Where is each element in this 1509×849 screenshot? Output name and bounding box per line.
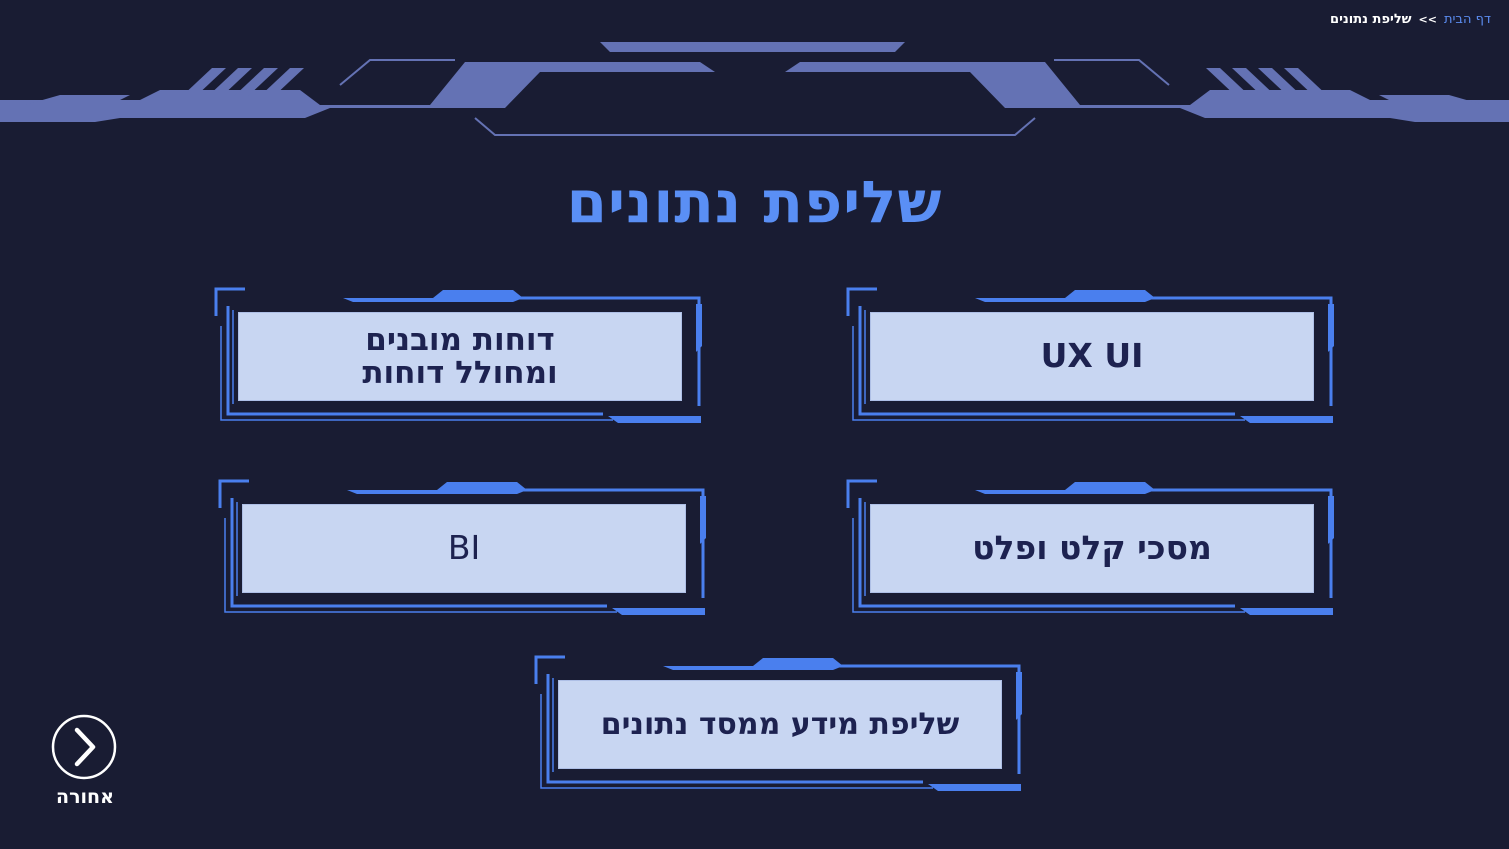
ux-ui-card-face: UX UI <box>870 312 1314 401</box>
io-screens-card-label: מסכי קלט ופלט <box>972 528 1212 568</box>
reports-card-button[interactable]: דוחות מובנים ומחולל דוחות <box>213 286 705 426</box>
breadcrumb-separator: >> <box>1418 13 1437 26</box>
bi-card-face: BI <box>242 504 686 593</box>
io-screens-card-button[interactable]: מסכי קלט ופלט <box>845 478 1337 618</box>
io-screens-card-face: מסכי קלט ופלט <box>870 504 1314 593</box>
header-decoration <box>0 42 1509 136</box>
back-button[interactable] <box>51 714 117 780</box>
breadcrumb-home-link[interactable]: דף הבית <box>1444 12 1491 27</box>
ux-ui-card-button[interactable]: UX UI <box>845 286 1337 426</box>
bi-card-button[interactable]: BI <box>217 478 709 618</box>
reports-card-label-line1: דוחות מובנים <box>365 321 555 358</box>
slide-canvas: דף הבית >> שליפת נתונים שליפת נתונים דוח… <box>0 0 1509 849</box>
chevron-right-icon <box>74 727 96 767</box>
back-label[interactable]: אחורה <box>40 786 130 808</box>
db-query-card-face: שליפת מידע ממסד נתונים <box>558 680 1002 769</box>
page-title: שליפת נתונים <box>566 168 943 236</box>
breadcrumb-current: שליפת נתונים <box>1330 12 1412 27</box>
breadcrumb: דף הבית >> שליפת נתונים <box>1330 12 1491 27</box>
reports-card-label-line2: ומחולל דוחות <box>362 354 558 391</box>
ux-ui-card-label: UX UI <box>1040 336 1144 376</box>
bi-card-label: BI <box>447 528 481 568</box>
reports-card-face: דוחות מובנים ומחולל דוחות <box>238 312 682 401</box>
back-circle <box>51 714 117 780</box>
db-query-card-label: שליפת מידע ממסד נתונים <box>600 706 960 742</box>
db-query-card-button[interactable]: שליפת מידע ממסד נתונים <box>533 654 1025 794</box>
